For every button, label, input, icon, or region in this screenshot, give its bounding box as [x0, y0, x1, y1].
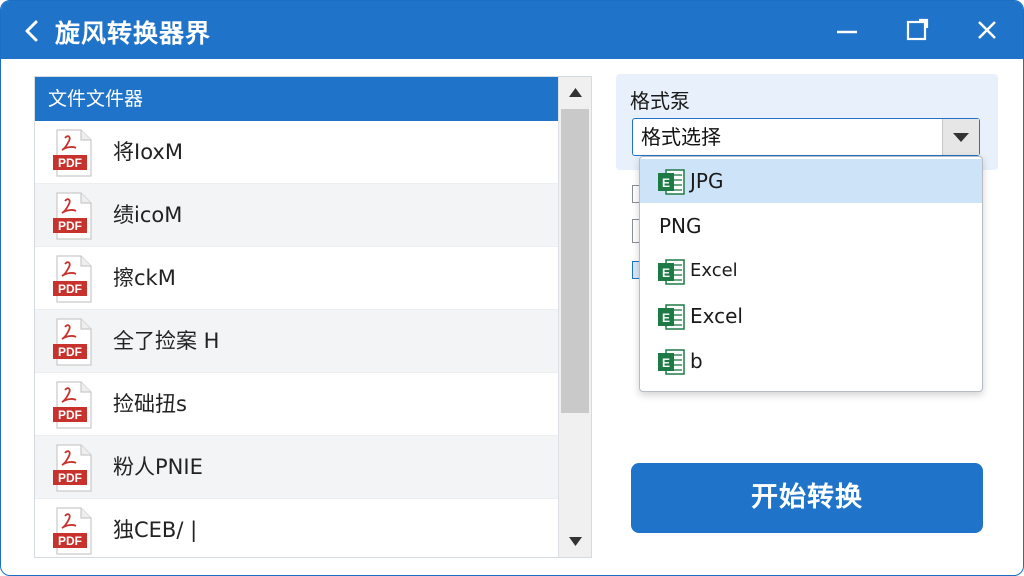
- pdf-file-icon: PDF: [53, 318, 92, 366]
- file-list: PDF 将IoxM PDF 绩icoM PDF 擦ckM PDF 全了捡案 H PDF 捡础扭s P…: [35, 121, 558, 557]
- start-convert-button[interactable]: 开始转换: [631, 463, 983, 533]
- file-panel: 文件文件器 PDF 将IoxM PDF 绩icoM PDF 擦ckM PDF 全了捡案 H PD…: [34, 76, 592, 558]
- svg-text:E: E: [662, 176, 670, 190]
- pdf-file-icon: PDF: [53, 129, 92, 177]
- close-icon: [978, 21, 996, 39]
- chevron-left-icon: [25, 20, 38, 42]
- svg-text:E: E: [662, 356, 670, 370]
- format-option-1[interactable]: PNG: [640, 204, 982, 248]
- file-panel-header: 文件文件器: [35, 77, 558, 121]
- format-option-label: Excel: [690, 304, 743, 328]
- maximize-button[interactable]: [897, 12, 937, 50]
- pdf-badge-text: PDF: [58, 345, 82, 359]
- excel-icon: E: [658, 304, 685, 330]
- format-option-label: b: [690, 349, 703, 373]
- pdf-file-icon: PDF: [53, 255, 92, 303]
- app-window: 旋风转换器界 文件文件器 PDF 将IoxM PDF 绩icoM PDF 擦ckM PDF 全…: [0, 0, 1024, 576]
- title-bar: 旋风转换器界: [1, 1, 1023, 59]
- pdf-badge-text: PDF: [58, 156, 82, 170]
- maximize-icon: [906, 18, 929, 41]
- excel-icon: E: [658, 169, 685, 195]
- format-option-0[interactable]: E JPG: [640, 159, 982, 203]
- dropdown-arrow-icon[interactable]: [942, 119, 979, 155]
- format-option-2[interactable]: E Excel: [640, 249, 982, 293]
- excel-icon: E: [658, 349, 685, 375]
- pdf-badge-text: PDF: [58, 534, 82, 548]
- file-name: 独CEB/ |: [113, 518, 198, 542]
- file-name: 绩icoM: [113, 203, 183, 227]
- file-name: 将IoxM: [113, 140, 183, 164]
- format-dropdown-menu: E JPG PNG E Excel E Excel Eb: [639, 156, 983, 392]
- scroll-thumb[interactable]: [561, 109, 589, 413]
- file-row[interactable]: PDF 独CEB/ |: [35, 499, 558, 557]
- scroll-up-button[interactable]: [559, 79, 591, 109]
- file-row[interactable]: PDF 擦ckM: [35, 247, 558, 310]
- format-select[interactable]: 格式选择: [632, 118, 980, 156]
- window-title: 旋风转换器界: [55, 19, 212, 48]
- close-button[interactable]: [967, 12, 1007, 50]
- triangle-up-icon: [569, 88, 582, 97]
- pdf-badge-text: PDF: [58, 408, 82, 422]
- format-option-4[interactable]: Eb: [640, 339, 982, 383]
- format-option-label: PNG: [659, 214, 702, 238]
- format-label: 格式泵: [630, 89, 690, 113]
- file-row[interactable]: PDF 将IoxM: [35, 121, 558, 184]
- pdf-badge-text: PDF: [58, 282, 82, 296]
- file-row[interactable]: PDF 绩icoM: [35, 184, 558, 247]
- pdf-badge-text: PDF: [58, 219, 82, 233]
- format-select-value: 格式选择: [641, 125, 721, 149]
- format-option-label: JPG: [690, 169, 724, 193]
- scroll-down-button[interactable]: [559, 525, 591, 555]
- file-row[interactable]: PDF 粉人PNIE: [35, 436, 558, 499]
- pdf-file-icon: PDF: [53, 192, 92, 240]
- pdf-badge-text: PDF: [58, 471, 82, 485]
- format-option-label: Excel: [690, 260, 738, 281]
- pdf-file-icon: PDF: [53, 507, 92, 555]
- file-name: 全了捡案 H: [113, 329, 220, 353]
- file-row[interactable]: PDF 全了捡案 H: [35, 310, 558, 373]
- format-option-3[interactable]: E Excel: [640, 294, 982, 338]
- back-button[interactable]: [15, 13, 51, 49]
- triangle-down-icon: [569, 537, 582, 546]
- pdf-file-icon: PDF: [53, 381, 92, 429]
- minimize-button[interactable]: [827, 12, 867, 50]
- excel-icon: E: [658, 259, 685, 285]
- svg-text:E: E: [662, 311, 670, 325]
- minimize-icon: [837, 30, 857, 34]
- file-row[interactable]: PDF 捡础扭s: [35, 373, 558, 436]
- file-name: 粉人PNIE: [113, 455, 203, 479]
- pdf-file-icon: PDF: [53, 444, 92, 492]
- file-name: 捡础扭s: [113, 392, 187, 416]
- file-name: 擦ckM: [113, 266, 176, 290]
- svg-text:E: E: [662, 266, 670, 280]
- file-list-scrollbar[interactable]: [558, 77, 591, 557]
